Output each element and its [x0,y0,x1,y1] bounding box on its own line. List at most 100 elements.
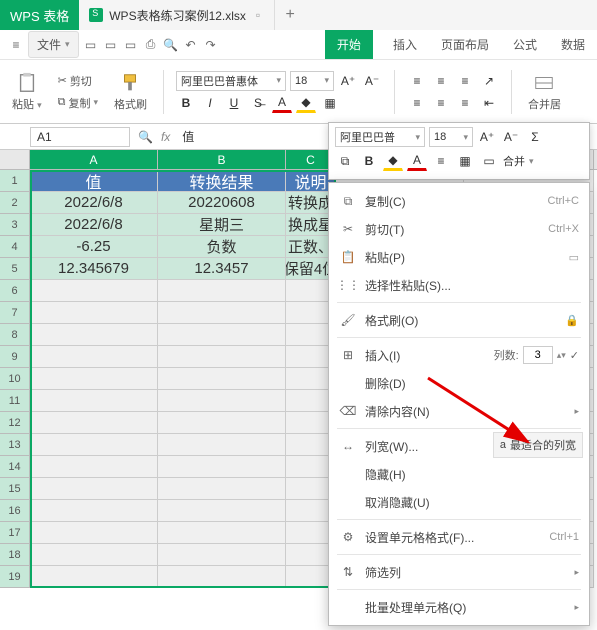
fx-label[interactable]: fx [161,130,170,144]
cell[interactable]: 星期三 [158,214,286,236]
mini-format-icon[interactable]: ⧉ [335,151,355,171]
search-icon[interactable]: 🔍 [138,130,153,144]
row-header[interactable]: 8 [0,324,30,346]
cell[interactable] [30,434,158,456]
cell[interactable] [30,324,158,346]
tab-layout[interactable]: 页面布局 [437,30,493,59]
row-header[interactable]: 2 [0,192,30,214]
row-header[interactable]: 15 [0,478,30,500]
cell[interactable] [158,522,286,544]
document-tab[interactable]: WPS表格练习案例12.xlsx ▫ [79,0,275,30]
cut-button[interactable]: ✂剪切 [54,71,102,91]
cell[interactable] [158,302,286,324]
copy-button[interactable]: ⧉复制▾ [54,93,102,113]
cell[interactable] [158,346,286,368]
row-header[interactable]: 5 [0,258,30,280]
row-header[interactable]: 12 [0,412,30,434]
row-header[interactable]: 13 [0,434,30,456]
select-all-corner[interactable] [0,150,30,169]
mini-dec-font-icon[interactable]: A⁻ [501,127,521,147]
strike-button[interactable]: S̶ [248,93,268,113]
cell[interactable]: 转换结果 [158,170,286,192]
fit-column-width-button[interactable]: a最适合的列宽 [493,432,583,458]
align-center-icon[interactable]: ≡ [431,93,451,113]
tab-options-icon[interactable]: ▫ [252,8,264,22]
align-bottom-icon[interactable]: ≡ [455,71,475,91]
bold-button[interactable]: B [176,93,196,113]
border-button[interactable]: ▦ [320,93,340,113]
row-header[interactable]: 10 [0,368,30,390]
decrease-font-icon[interactable]: A⁻ [362,71,382,91]
cell[interactable]: 2022/6/8 [30,214,158,236]
print-icon[interactable]: ⎙ [143,37,159,53]
cell[interactable] [30,368,158,390]
increase-font-icon[interactable]: A⁺ [338,71,358,91]
cell[interactable] [30,346,158,368]
cell[interactable] [30,280,158,302]
ctx-filter[interactable]: ⇅筛选列▸ [329,558,589,586]
cell[interactable] [30,522,158,544]
cell[interactable] [30,500,158,522]
row-header[interactable]: 19 [0,566,30,588]
new-icon[interactable]: ▭ [83,37,99,53]
indent-icon[interactable]: ⇤ [479,93,499,113]
ctx-hide[interactable]: 隐藏(H) [329,460,589,488]
ctx-batch[interactable]: 批量处理单元格(Q)▸ [329,593,589,621]
mini-merge-label[interactable]: 合并 [503,153,525,169]
ctx-unhide[interactable]: 取消隐藏(U) [329,488,589,516]
cell[interactable]: 12.345679 [30,258,158,280]
ctx-delete[interactable]: 删除(D) [329,369,589,397]
tab-formula[interactable]: 公式 [509,30,541,59]
row-header[interactable]: 16 [0,500,30,522]
paste-button[interactable]: 粘贴 ▾ [8,70,46,114]
cell[interactable] [158,478,286,500]
mini-font-color-icon[interactable]: A [407,151,427,171]
insert-cols-input[interactable] [523,346,553,364]
cell[interactable]: 负数 [158,236,286,258]
ctx-paste-special[interactable]: ⋮⋮选择性粘贴(S)... [329,271,589,299]
name-box[interactable]: A1 [30,127,130,147]
size-select[interactable]: 18▾ [290,71,334,91]
cell[interactable] [158,368,286,390]
underline-button[interactable]: U [224,93,244,113]
tab-data[interactable]: 数据 [557,30,589,59]
cell[interactable]: -6.25 [30,236,158,258]
cell[interactable] [30,566,158,588]
merge-button[interactable]: 合并居 [524,70,565,114]
cell[interactable] [158,544,286,566]
ctx-clear[interactable]: ⌫清除内容(N)▸ [329,397,589,425]
fill-color-button[interactable]: ◆ [296,93,316,113]
cell[interactable]: 20220608 [158,192,286,214]
font-color-button[interactable]: A [272,93,292,113]
format-painter-button[interactable]: 格式刷 [110,70,151,114]
tab-insert[interactable]: 插入 [389,30,421,59]
cell[interactable] [158,324,286,346]
preview-icon[interactable]: 🔍 [163,37,179,53]
menu-icon[interactable]: ≡ [8,37,24,53]
cell[interactable] [30,390,158,412]
cell[interactable] [30,302,158,324]
row-header[interactable]: 1 [0,170,30,192]
row-header[interactable]: 18 [0,544,30,566]
row-header[interactable]: 9 [0,346,30,368]
cell[interactable] [30,478,158,500]
mini-size-select[interactable]: 18▾ [429,127,473,147]
ctx-column-width[interactable]: ↔列宽(W)... a最适合的列宽 [329,432,589,460]
row-header[interactable]: 14 [0,456,30,478]
mini-sum-icon[interactable]: Σ [525,127,545,147]
row-header[interactable]: 4 [0,236,30,258]
ctx-paste[interactable]: 📋粘贴(P)▭ [329,243,589,271]
row-header[interactable]: 7 [0,302,30,324]
open-icon[interactable]: ▭ [103,37,119,53]
align-top-icon[interactable]: ≡ [407,71,427,91]
mini-border-icon[interactable]: ▦ [455,151,475,171]
redo-icon[interactable]: ↷ [203,37,219,53]
cell[interactable] [158,566,286,588]
mini-merge-icon[interactable]: ▭ [479,151,499,171]
col-header-a[interactable]: A [30,150,158,169]
col-header-b[interactable]: B [158,150,286,169]
file-menu[interactable]: 文件▾ [28,31,79,58]
undo-icon[interactable]: ↶ [183,37,199,53]
mini-bold-button[interactable]: B [359,151,379,171]
cell[interactable] [158,412,286,434]
